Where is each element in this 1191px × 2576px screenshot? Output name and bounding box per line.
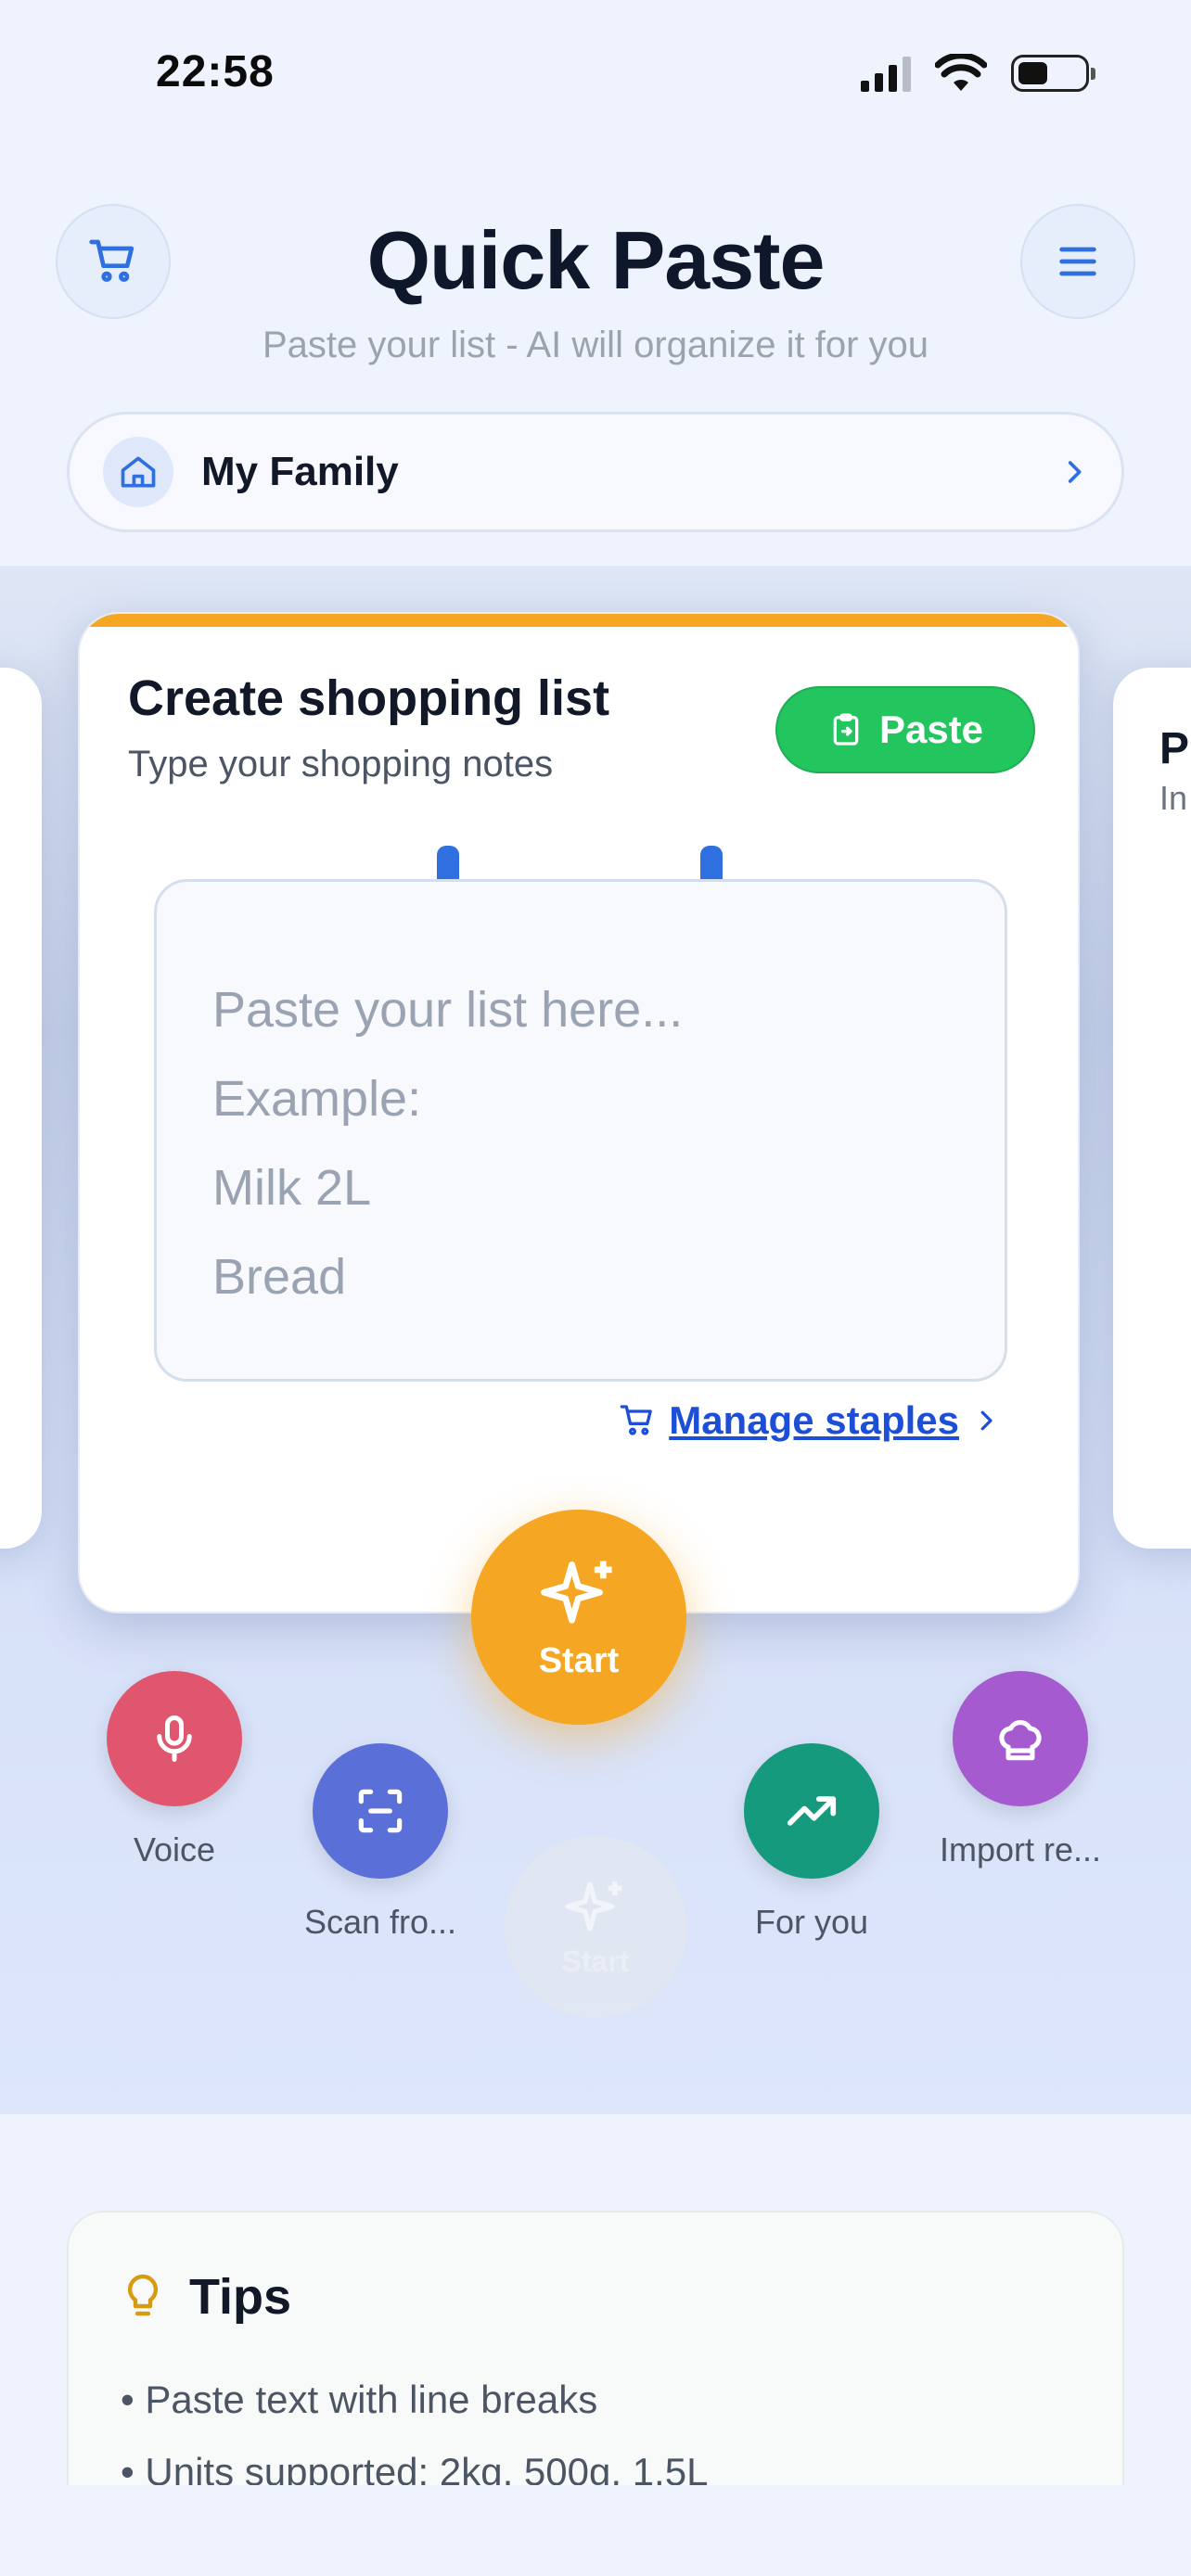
clipboard-icon xyxy=(833,713,859,746)
import-recipe-action[interactable]: Import re... xyxy=(909,1671,1132,1869)
card-subtitle: Type your shopping notes xyxy=(128,744,554,784)
next-card-subtitle: In xyxy=(1159,779,1188,817)
voice-action[interactable]: Voice xyxy=(93,1671,256,1869)
import-recipe-label: Import re... xyxy=(939,1830,1102,1868)
start-label: Start xyxy=(538,1640,620,1680)
voice-button[interactable] xyxy=(107,1671,242,1806)
scan-button[interactable] xyxy=(313,1743,448,1879)
sparkle-icon xyxy=(541,1561,612,1624)
sparkle-icon xyxy=(565,1881,622,1932)
manage-staples-link[interactable]: Manage staples xyxy=(619,1398,1000,1443)
tips-title: Tips xyxy=(189,2269,292,2325)
voice-label: Voice xyxy=(133,1830,216,1868)
chevron-right-icon xyxy=(980,1410,992,1431)
microphone-icon xyxy=(157,1715,192,1762)
card-accent-bar xyxy=(80,614,1078,627)
import-recipe-button[interactable] xyxy=(953,1671,1088,1806)
bottom-cutoff xyxy=(0,2485,1191,2576)
start-button[interactable]: Start xyxy=(471,1510,686,1725)
status-icons xyxy=(861,54,1095,93)
app-screen: 22:58 Quick Paste Paste your list - AI w… xyxy=(0,0,1191,2576)
list-input[interactable]: Paste your list here... Example: Milk 2L… xyxy=(154,879,1007,1382)
placeholder-line: Bread xyxy=(212,1249,347,1305)
create-list-card: Create shopping list Type your shopping … xyxy=(78,612,1080,1613)
carousel-card-next[interactable]: P In xyxy=(1113,668,1191,1549)
lightbulb-icon xyxy=(127,2274,159,2316)
shopping-cart-icon xyxy=(620,1405,653,1435)
tips-header: Tips xyxy=(121,2268,1070,2326)
placeholder-line: Example: xyxy=(212,1071,422,1127)
for-you-action[interactable]: For you xyxy=(724,1743,900,1942)
wifi-icon xyxy=(935,54,987,91)
next-card-title: P xyxy=(1159,724,1190,773)
placeholder-line: Paste your list here... xyxy=(212,982,684,1038)
chef-hat-icon xyxy=(999,1720,1042,1761)
page-subtitle: Paste your list - AI will organize it fo… xyxy=(262,325,929,365)
family-name: My Family xyxy=(201,449,399,494)
placeholder-line: Milk 2L xyxy=(212,1160,372,1216)
paste-button[interactable]: Paste xyxy=(775,686,1035,773)
menu-button[interactable] xyxy=(1020,204,1135,319)
trending-up-icon xyxy=(787,1796,837,1826)
card-title: Create shopping list xyxy=(128,670,610,726)
start-button-ghost: Start xyxy=(505,1836,686,2018)
paste-label: Paste xyxy=(878,708,984,751)
chevron-right-icon xyxy=(1068,461,1082,483)
home-icon xyxy=(103,437,173,507)
carousel-card-previous[interactable] xyxy=(0,668,42,1549)
status-time: 22:58 xyxy=(156,47,275,96)
tip-item: • Paste text with line breaks xyxy=(121,2378,598,2421)
battery-icon xyxy=(1011,55,1095,92)
manage-staples-label: Manage staples xyxy=(669,1398,959,1442)
page-title: Quick Paste xyxy=(366,214,826,306)
for-you-button[interactable] xyxy=(744,1743,879,1879)
family-selector[interactable]: My Family xyxy=(67,412,1124,532)
for-you-label: For you xyxy=(754,1903,869,1941)
scan-icon xyxy=(358,1789,403,1833)
scan-label: Scan fro... xyxy=(303,1903,457,1941)
hamburger-menu-icon xyxy=(1059,247,1096,276)
cellular-signal-icon xyxy=(861,55,911,92)
scan-action[interactable]: Scan fro... xyxy=(278,1743,482,1942)
start-ghost-label: Start xyxy=(561,1944,630,1978)
